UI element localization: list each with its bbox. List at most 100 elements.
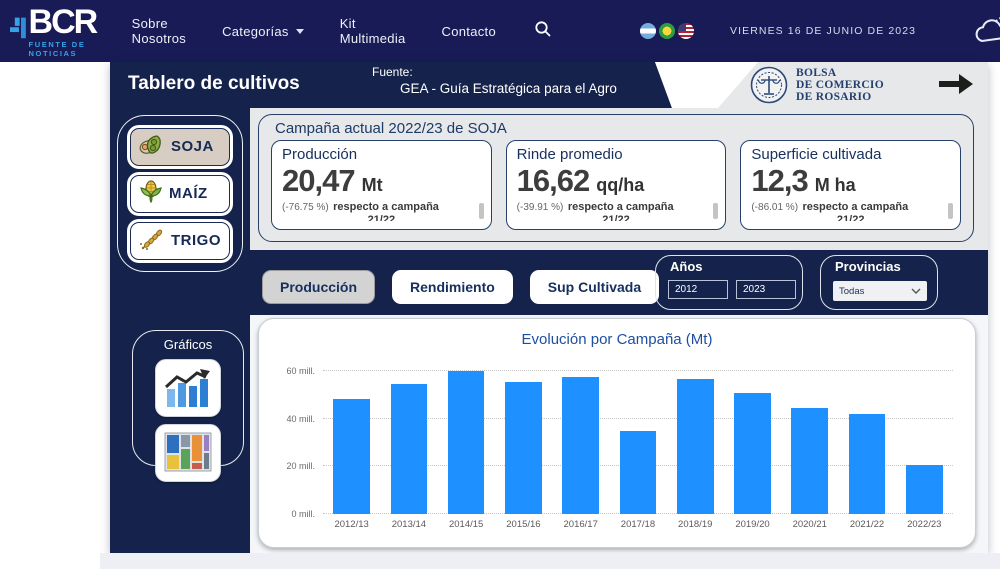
- kpi-note: respecto a campaña: [568, 201, 674, 213]
- card-scrollbar[interactable]: [479, 203, 484, 219]
- kpi-note: respecto a campaña: [802, 201, 908, 213]
- cloud-icon: [972, 15, 1000, 47]
- usa-flag[interactable]: [678, 23, 694, 39]
- kpi-note: respecto a campaña: [333, 201, 439, 213]
- bar-2022-23[interactable]: [906, 465, 943, 514]
- nav-item-sobre-nosotros[interactable]: Sobre Nosotros: [132, 16, 186, 46]
- evolution-chart-card: Evolución por Campaña (Mt) 0 mill.20 mil…: [258, 318, 976, 548]
- org-line3: DE ROSARIO: [796, 91, 884, 103]
- bar-2015-16[interactable]: [505, 382, 542, 514]
- dashboard-header: Tablero de cultivos Fuente: GEA - Guía E…: [110, 62, 988, 108]
- source-block: Fuente: GEA - Guía Estratégica para el A…: [372, 65, 617, 96]
- nav-item-kit-multimedia[interactable]: Kit Multimedia: [340, 16, 406, 46]
- bar-column-2022-23: 2022/23: [896, 364, 953, 532]
- bar-2021-22[interactable]: [849, 414, 886, 514]
- chart-title: Evolución por Campaña (Mt): [259, 331, 975, 348]
- bar-chart-view-button[interactable]: [155, 359, 221, 417]
- corn-icon: [139, 180, 163, 207]
- x-axis-label: 2012/13: [334, 514, 368, 530]
- campaign-title: Campaña actual 2022/23 de SOJA: [275, 120, 973, 137]
- next-arrow-button[interactable]: [938, 73, 974, 98]
- bar-2020-21[interactable]: [791, 408, 828, 514]
- kpi-value: 12,3: [751, 165, 807, 197]
- provinces-filter: Provincias Todas: [820, 255, 938, 310]
- logo-tagline: FUENTE DE NOTICIAS: [29, 40, 104, 58]
- bar-2019-20[interactable]: [734, 393, 771, 514]
- usa-flag-canton: [678, 23, 686, 31]
- language-flags: [640, 23, 694, 39]
- provinces-label: Provincias: [835, 259, 937, 274]
- bar-2014-15[interactable]: [448, 371, 485, 514]
- nav-item-label: Categorías: [222, 24, 289, 39]
- kpi-note-campaign: 21/22: [282, 214, 481, 221]
- crop-selector-panel: SOJA MAÍZ TRIGO: [117, 115, 243, 272]
- crop-button-maiz[interactable]: MAÍZ: [130, 175, 230, 213]
- kpi-title: Superficie cultivada: [751, 146, 950, 163]
- x-axis-label: 2014/15: [449, 514, 483, 530]
- tab-rendimiento[interactable]: Rendimiento: [392, 270, 513, 304]
- nav-item-categorias[interactable]: Categorías: [222, 24, 304, 39]
- bar-2012-13[interactable]: [333, 399, 370, 514]
- brazil-flag[interactable]: [659, 23, 675, 39]
- bcr-logo[interactable]: BCR FUENTE DE NOTICIAS: [10, 4, 104, 58]
- kpi-percent-change: (-76.75 %): [282, 202, 329, 213]
- bcr-org-logo: BOLSA DE COMERCIO DE ROSARIO: [750, 66, 884, 104]
- arrow-right-icon: [938, 73, 974, 95]
- search-icon: [534, 20, 552, 38]
- source-label: Fuente:: [372, 65, 617, 79]
- nav-menu: Sobre Nosotros Categorías Kit Multimedia Co…: [132, 16, 496, 46]
- bar-2017-18[interactable]: [620, 431, 657, 514]
- bar-chart-up-icon: [164, 367, 212, 409]
- card-scrollbar[interactable]: [948, 203, 953, 219]
- x-axis-label: 2022/23: [907, 514, 941, 530]
- y-axis-label: 60 mill.: [265, 366, 315, 376]
- bcr-seal-icon: [750, 66, 788, 104]
- bar-column-2013-14: 2013/14: [380, 364, 437, 532]
- weather-widget: 15° Rosario: [972, 14, 1000, 49]
- kpi-title: Producción: [282, 146, 481, 163]
- crop-button-trigo[interactable]: TRIGO: [130, 222, 230, 260]
- kpi-note-campaign: 21/22: [751, 214, 950, 221]
- kpi-percent-change: (-86.01 %): [751, 202, 798, 213]
- years-filter: Años: [655, 255, 803, 310]
- org-line2: DE COMERCIO: [796, 79, 884, 91]
- bar-chart-plot: 0 mill.20 mill.40 mill.60 mill.2012/1320…: [323, 364, 953, 532]
- bar-column-2021-22: 2021/22: [838, 364, 895, 532]
- tab-produccion[interactable]: Producción: [262, 270, 375, 304]
- bar-2018-19[interactable]: [677, 379, 714, 514]
- nav-item-label: Kit Multimedia: [340, 16, 406, 46]
- bar-column-2019-20: 2019/20: [724, 364, 781, 532]
- controls-band: ProducciónRendimientoSup Cultivada Años …: [250, 250, 988, 315]
- bar-2016-17[interactable]: [562, 377, 599, 514]
- chart-zone: Evolución por Campaña (Mt) 0 mill.20 mil…: [250, 315, 988, 553]
- treemap-view-button[interactable]: [155, 424, 221, 482]
- tab-sup-cultivada[interactable]: Sup Cultivada: [530, 270, 659, 304]
- chevron-down-icon: [911, 288, 921, 294]
- top-nav: BCR FUENTE DE NOTICIAS Sobre Nosotros Cat…: [0, 0, 1000, 62]
- kpi-title: Rinde promedio: [517, 146, 716, 163]
- kpi-unit: M ha: [815, 175, 856, 196]
- summary-zone: Campaña actual 2022/23 de SOJA Producció…: [250, 108, 988, 250]
- provinces-select[interactable]: Todas: [833, 281, 927, 301]
- bar-column-2016-17: 2016/17: [552, 364, 609, 532]
- kpi-card-superficie-cultivada: Superficie cultivada 12,3 M ha (-86.01 %) r…: [740, 140, 961, 230]
- bar-2013-14[interactable]: [391, 384, 428, 514]
- nav-item-contacto[interactable]: Contacto: [442, 24, 496, 39]
- argentina-flag[interactable]: [640, 23, 656, 39]
- x-axis-label: 2015/16: [506, 514, 540, 530]
- metric-tabs: Producción Rendimiento Sup Cultivada: [262, 270, 659, 304]
- bar-column-2015-16: 2015/16: [495, 364, 552, 532]
- dashboard-title: Tablero de cultivos: [128, 73, 300, 95]
- bar-column-2018-19: 2018/19: [667, 364, 724, 532]
- crop-button-soja[interactable]: SOJA: [130, 128, 230, 166]
- crop-label: SOJA: [171, 138, 214, 155]
- kpi-cards: Producción20,47Mt(-76.75 %) respecto a c…: [259, 140, 973, 230]
- years-label: Años: [670, 259, 802, 274]
- kpi-unit: qq/ha: [596, 175, 644, 196]
- year-from-input[interactable]: [668, 280, 728, 299]
- search-button[interactable]: [534, 20, 552, 43]
- year-to-input[interactable]: [736, 280, 796, 299]
- nav-item-label: Contacto: [442, 24, 496, 39]
- card-scrollbar[interactable]: [713, 203, 718, 219]
- dashboard: Tablero de cultivos Fuente: GEA - Guía E…: [110, 62, 988, 553]
